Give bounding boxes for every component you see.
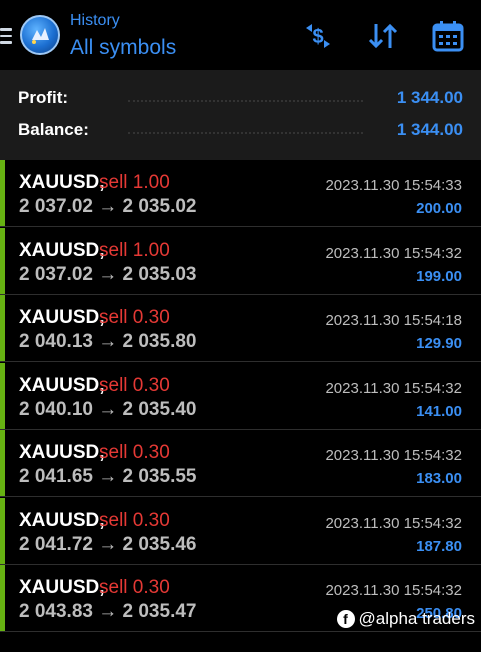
trade-profit: 141.00 — [416, 402, 462, 420]
trade-row[interactable]: XAUUSD, sell 0.30 2 041.72 → 2 035.46 2023.… — [0, 497, 481, 565]
balance-value: 1 344.00 — [396, 120, 463, 139]
trade-time: 2023.11.30 15:54:32 — [325, 582, 462, 599]
trade-time: 2023.11.30 15:54:32 — [325, 244, 462, 262]
trade-prices: 2 040.13 → 2 035.80 — [19, 331, 197, 352]
trade-profit: 187.80 — [416, 537, 462, 555]
balance-label: Balance: — [18, 120, 89, 139]
trade-prices: 2 043.83 → 2 035.47 — [19, 601, 197, 622]
profit-value: 1 344.00 — [396, 88, 463, 107]
profit-indicator-bar — [0, 227, 5, 294]
trade-profit: 199.00 — [416, 267, 462, 285]
trade-row[interactable]: XAUUSD, sell 0.30 2 041.65 → 2 035.55 2023.… — [0, 430, 481, 497]
header-title[interactable]: All symbols — [70, 36, 176, 60]
trade-side: sell 1.00 — [99, 172, 170, 193]
trade-row[interactable]: XAUUSD, sell 1.00 2 037.02 → 2 035.02 2023.… — [0, 160, 481, 227]
trade-prices: 2 037.02 → 2 035.02 — [19, 196, 197, 217]
account-summary: Profit: 1 344.00 Balance: 1 344.00 — [0, 70, 481, 160]
metatrader-logo — [20, 15, 60, 55]
trade-prices: 2 037.02 → 2 035.03 — [19, 263, 197, 285]
calendar-icon[interactable] — [430, 18, 466, 54]
dotted-leader — [128, 100, 363, 102]
trade-symbol: XAUUSD, — [19, 509, 105, 531]
trade-profit: 183.00 — [416, 470, 462, 487]
trade-symbol: XAUUSD, — [19, 442, 105, 463]
trade-prices: 2 040.10 → 2 035.40 — [19, 398, 197, 420]
trade-side: sell 0.30 — [99, 509, 170, 531]
profit-indicator-bar — [0, 160, 5, 226]
watermark: f @alpha traders — [336, 609, 476, 629]
trade-time: 2023.11.30 15:54:18 — [325, 312, 462, 329]
balance-row: Balance: 1 344.00 — [18, 120, 463, 144]
trade-time: 2023.11.30 15:54:32 — [325, 447, 462, 464]
profit-label: Profit: — [18, 88, 69, 107]
trade-prices: 2 041.72 → 2 035.46 — [19, 533, 197, 555]
trade-side: sell 0.30 — [99, 374, 170, 396]
watermark-text: @alpha traders — [358, 609, 476, 628]
header-subtitle: History — [70, 12, 120, 29]
trade-row[interactable]: XAUUSD, sell 0.30 2 040.13 → 2 035.80 2023.… — [0, 295, 481, 362]
profit-indicator-bar — [0, 565, 5, 631]
trade-row[interactable]: XAUUSD, sell 0.30 2 040.10 → 2 035.40 2023.… — [0, 362, 481, 430]
trade-symbol: XAUUSD, — [19, 239, 105, 261]
trade-profit: 129.90 — [416, 335, 462, 352]
trade-time: 2023.11.30 15:54:32 — [325, 379, 462, 397]
trade-side: sell 0.30 — [99, 307, 170, 328]
dotted-leader — [128, 132, 363, 134]
trade-symbol: XAUUSD, — [19, 172, 105, 193]
trade-time: 2023.11.30 15:54:33 — [325, 177, 462, 194]
app-header: History All symbols $ — [0, 0, 481, 70]
trade-symbol: XAUUSD, — [19, 577, 105, 598]
trade-row[interactable]: XAUUSD, sell 1.00 2 037.02 → 2 035.03 2023.… — [0, 227, 481, 295]
trade-side: sell 0.30 — [99, 577, 170, 598]
dollar-exchange-icon[interactable]: $ — [300, 18, 336, 54]
profit-indicator-bar — [0, 362, 5, 429]
trade-side: sell 1.00 — [99, 239, 170, 261]
trade-profit: 200.00 — [416, 200, 462, 217]
hamburger-menu-icon[interactable] — [0, 28, 12, 44]
trade-symbol: XAUUSD, — [19, 307, 105, 328]
trade-side: sell 0.30 — [99, 442, 170, 463]
profit-indicator-bar — [0, 497, 5, 564]
trade-time: 2023.11.30 15:54:32 — [325, 514, 462, 532]
sort-arrows-icon[interactable] — [365, 18, 401, 54]
profit-indicator-bar — [0, 295, 5, 361]
profit-row: Profit: 1 344.00 — [18, 88, 463, 112]
trade-prices: 2 041.65 → 2 035.55 — [19, 466, 197, 487]
profit-indicator-bar — [0, 430, 5, 496]
svg-text:$: $ — [312, 26, 323, 48]
facebook-icon: f — [336, 610, 355, 628]
trade-symbol: XAUUSD, — [19, 374, 105, 396]
